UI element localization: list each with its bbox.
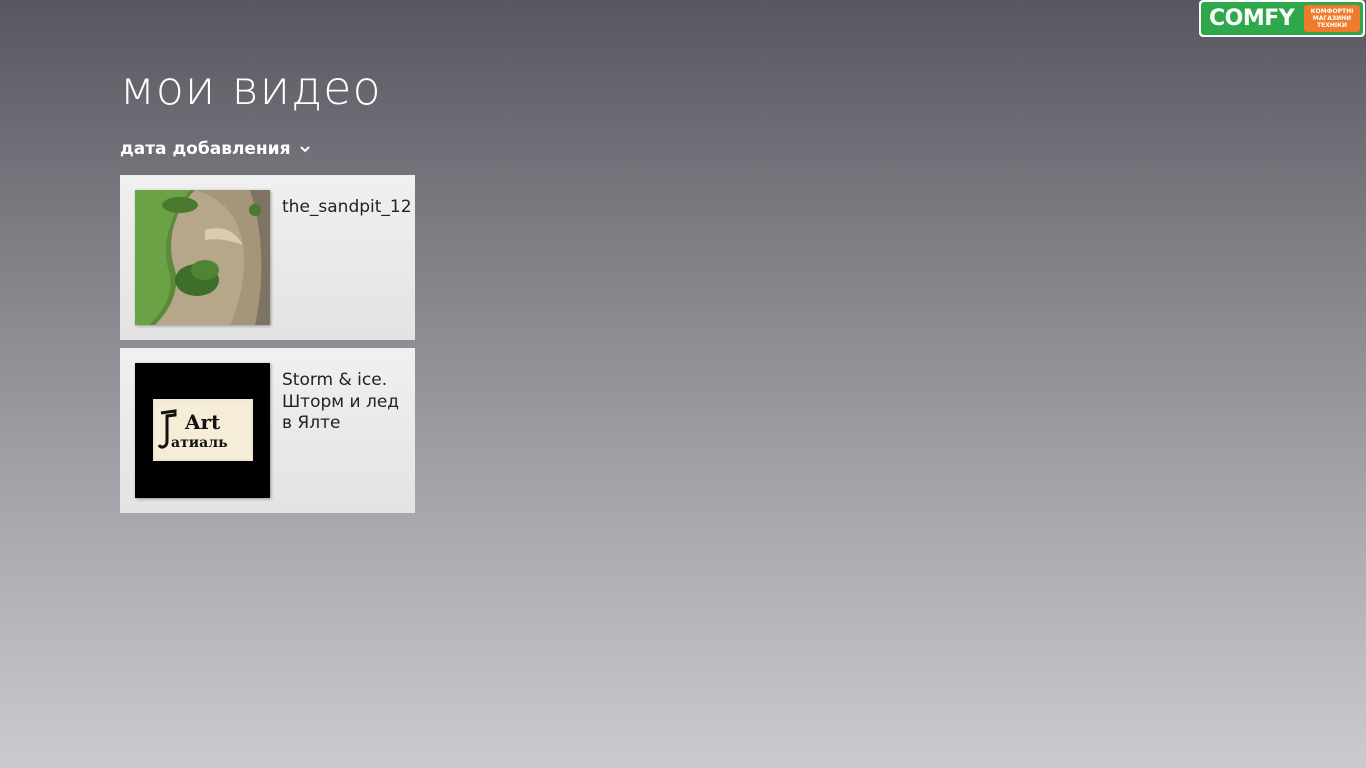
sort-label: дата добавления <box>120 139 291 159</box>
svg-text:Art: Art <box>184 410 221 434</box>
logo-wordmark: COMFY <box>1209 6 1295 31</box>
batial-thumbnail-image: Art атиаль <box>153 399 253 461</box>
logo-badge: КОМФОРТНІ МАГАЗИНИ ТЕХНІКИ <box>1304 5 1360 32</box>
video-title: the_sandpit_12 <box>282 197 412 217</box>
video-tile-sandpit[interactable]: the_sandpit_12 <box>120 175 415 340</box>
svg-text:атиаль: атиаль <box>171 435 228 451</box>
page-title: мои видео <box>120 61 382 115</box>
video-thumbnail: Art атиаль <box>135 363 270 498</box>
video-thumbnail <box>135 190 270 325</box>
chevron-down-icon <box>299 146 310 153</box>
sandpit-thumbnail-image <box>135 190 270 325</box>
video-tile-storm[interactable]: Art атиаль Storm & ice. Шторм и лед в Ял… <box>120 348 415 513</box>
sort-dropdown[interactable]: дата добавления <box>120 137 311 161</box>
video-title: Storm & ice. Шторм и лед в Ялте <box>282 370 400 433</box>
video-list: the_sandpit_12 Art атиаль Storm & ice. Ш… <box>120 175 415 513</box>
comfy-logo: COMFY КОМФОРТНІ МАГАЗИНИ ТЕХНІКИ <box>1199 0 1365 37</box>
